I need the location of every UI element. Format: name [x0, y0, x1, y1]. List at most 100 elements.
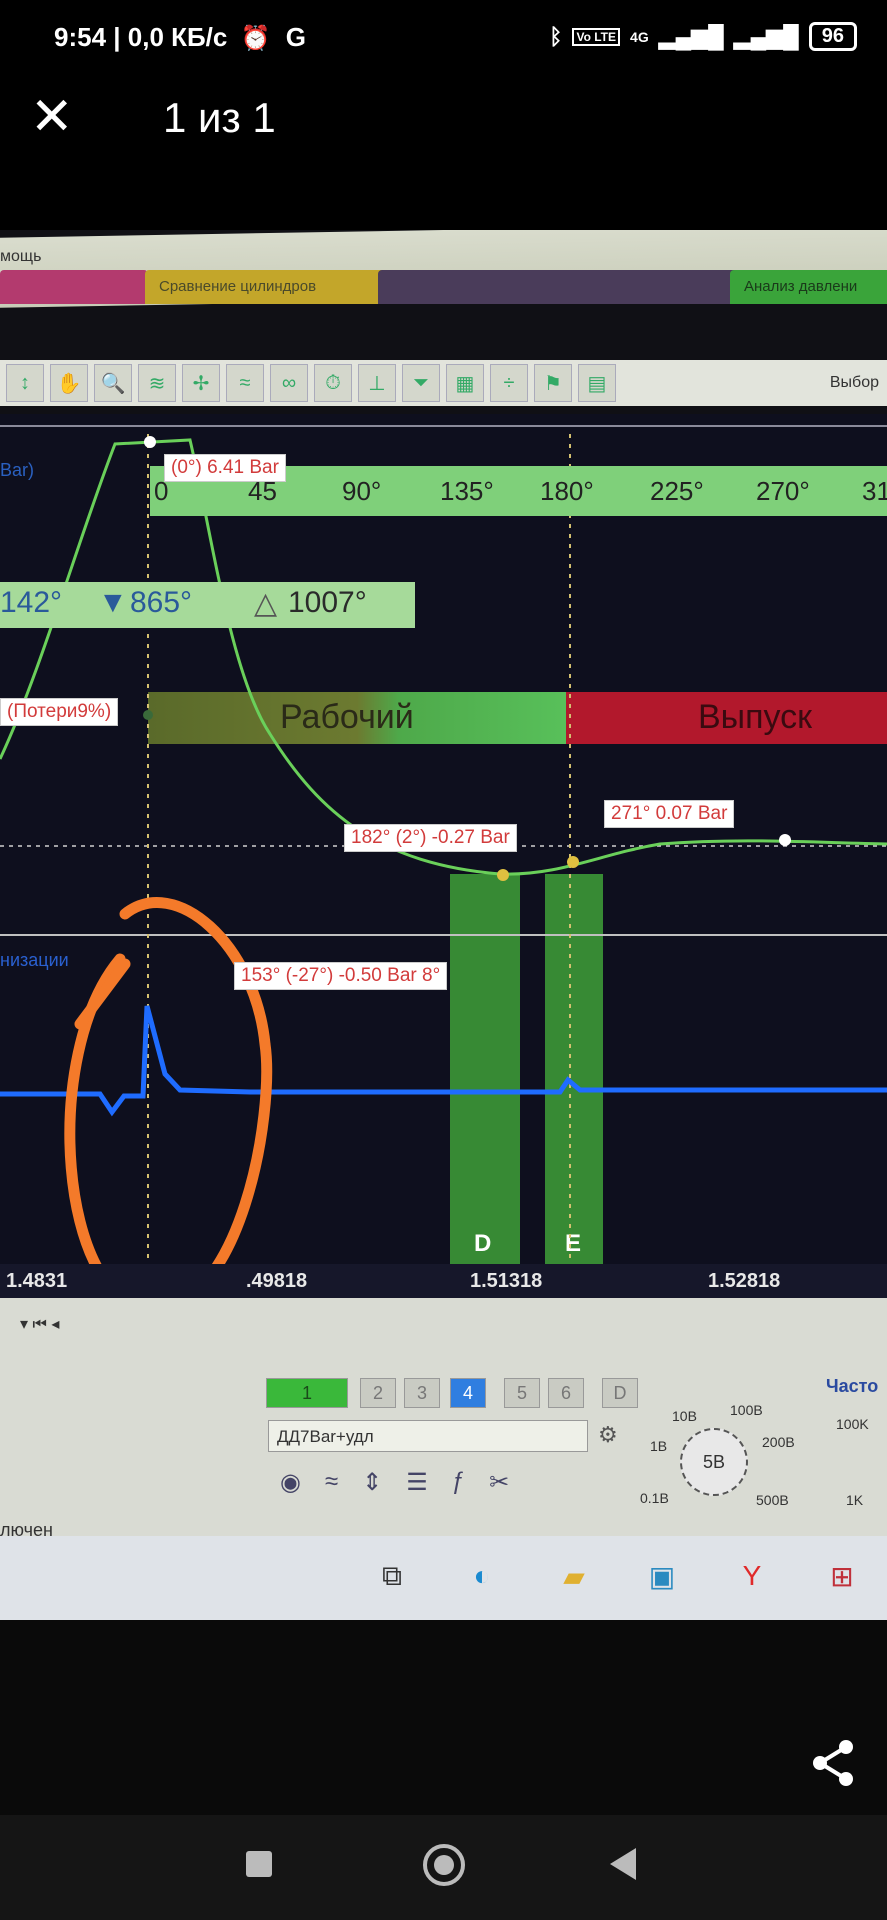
viewer-header [0, 80, 887, 240]
filter-icon[interactable]: ⏷ [402, 364, 440, 402]
tab-3[interactable] [378, 270, 746, 304]
task-view-icon[interactable]: ⧉ [370, 1560, 414, 1600]
annotation-ellipse [64, 897, 273, 1264]
google-icon: G [285, 22, 306, 52]
deg-tick: 90° [342, 475, 382, 506]
point-153 [497, 869, 509, 881]
channel-3-button[interactable]: 3 [404, 1378, 440, 1408]
probe-settings-icon[interactable]: ⚙ [598, 1422, 618, 1448]
delta-icon: △ [254, 587, 278, 620]
overlay-icon[interactable]: ∞ [270, 364, 308, 402]
marker-271-label: 271° 0.07 Bar [604, 800, 735, 828]
edge-icon[interactable]: ◐ [460, 1560, 504, 1600]
network-type: 4G [630, 28, 649, 45]
time-tick: 1.52818 [708, 1270, 781, 1292]
flag-icon[interactable]: ⚑ [534, 364, 572, 402]
scale-label: 1В [650, 1438, 668, 1454]
scale-label: 200В [762, 1434, 795, 1450]
layers-icon[interactable]: ≋ [138, 364, 176, 402]
status-icons: ᛒ Vo LTE 4G ▂▄▆█ ▂▄▆█ 96 [549, 22, 857, 51]
deg-tick: 225° [650, 475, 704, 506]
channel-4-button[interactable]: 4 [450, 1378, 486, 1408]
time-axis: 1.4831 .49818 1.51318 1.52818 [0, 1264, 887, 1298]
oscilloscope-view[interactable]: Рабочий Выпуск D E 0 45 90° 135° 180° 22… [0, 414, 887, 1264]
back-button[interactable] [610, 1848, 636, 1880]
yandex-icon[interactable]: Y [730, 1560, 774, 1600]
zoom-icon[interactable]: 🔍 [94, 364, 132, 402]
share-icon[interactable] [806, 1735, 862, 1791]
select-label[interactable]: Выбор [830, 374, 879, 392]
channel-1-button[interactable]: 1 [266, 1378, 348, 1408]
toolbar: ↕ ✋ 🔍 ≋ ✢ ≈ ∞ ⏱ ⊥ ⏷ ▦ ÷ ⚑ ▤ Выбор [0, 360, 887, 406]
home-button[interactable] [423, 1844, 465, 1886]
crosshair-icon[interactable]: ✢ [182, 364, 220, 402]
channel-tools: ◉ ≈ ⇕ ☰ ƒ ✂ [280, 1468, 509, 1497]
folder-icon[interactable]: ▰ [552, 1560, 596, 1600]
peak-point [144, 436, 156, 448]
point-271 [779, 834, 791, 846]
volte-icon: Vo LTE [572, 27, 621, 46]
channel-5-button[interactable]: 5 [504, 1378, 540, 1408]
angle-cursor-icon: ▼ [98, 586, 128, 619]
invert-icon[interactable]: ≈ [325, 1468, 338, 1497]
marker-182-label: 182° (2°) -0.27 Bar [344, 824, 517, 852]
viewer-footer [0, 1620, 887, 1820]
status-time-text: 9:54 | 0,0 КБ/с [54, 22, 228, 52]
lower-channel-label: низации [0, 950, 69, 970]
eye-icon[interactable]: ◉ [280, 1468, 301, 1497]
channel-2-button[interactable]: 2 [360, 1378, 396, 1408]
scale-knob[interactable]: 5В [680, 1428, 748, 1496]
menu-fragment: мощь [0, 248, 42, 265]
work-point [143, 710, 153, 720]
time-tick: 1.51318 [470, 1270, 543, 1292]
angle-row: 142° ▼ 865° △ 1007° [0, 582, 415, 628]
close-button[interactable]: ✕ [30, 91, 80, 143]
freq-label: 100K [836, 1416, 869, 1432]
loss-label: (Потери9%) [0, 698, 119, 726]
page-counter: 1 из 1 [163, 94, 276, 141]
gift-icon[interactable]: ⊞ [820, 1560, 864, 1600]
timer-icon[interactable]: ⏱ [314, 364, 352, 402]
scale-knob-value: 5В [702, 1452, 726, 1472]
scale-label: 0.1В [640, 1490, 669, 1506]
freq-title: Часто [826, 1376, 879, 1396]
table-icon[interactable]: ▦ [446, 364, 484, 402]
scale-label: 100В [730, 1402, 763, 1418]
time-tick: 1.4831 [6, 1270, 68, 1292]
lines-icon[interactable]: ☰ [406, 1468, 428, 1497]
photo: мощь Сравнение цилиндров Анализ давлени … [0, 230, 887, 1620]
hand-icon[interactable]: ✋ [50, 364, 88, 402]
time-tick: .49818 [246, 1270, 308, 1292]
scroll-controls[interactable]: ▾ ⏮ ◂ [20, 1314, 59, 1334]
scope-left-label: Bar) [0, 460, 35, 480]
alarm-icon: ⏰ [240, 25, 271, 52]
recents-button[interactable] [246, 1851, 272, 1877]
secondary-trace [0, 1005, 887, 1117]
tab-cylinder-compare[interactable]: Сравнение цилиндров [145, 270, 393, 304]
peak-label: (0°) 6.41 Bar [164, 454, 286, 482]
signal-icon: ▂▄▆█ [658, 23, 724, 49]
tab-1[interactable] [0, 270, 148, 304]
document-icon[interactable]: ▤ [578, 364, 616, 402]
channel-6-button[interactable]: 6 [548, 1378, 584, 1408]
marker-153-label: 153° (-27°) -0.50 Bar 8° [234, 962, 448, 990]
signal-2-icon: ▂▄▆█ [733, 23, 799, 49]
channel-d-button[interactable]: D [602, 1378, 638, 1408]
function-icon[interactable]: ƒ [452, 1468, 465, 1497]
angle-left: 142° [0, 586, 63, 619]
scissors-icon[interactable]: ✂ [489, 1468, 509, 1497]
wave-icon[interactable]: ≈ [226, 364, 264, 402]
deg-tick: 180° [540, 475, 594, 506]
bluetooth-icon: ᛒ [549, 23, 563, 49]
tab-pressure-analysis[interactable]: Анализ давлени [730, 270, 887, 304]
probe-select[interactable]: ДД7Bar+удл [268, 1420, 588, 1452]
arrows-icon[interactable]: ↕ [6, 364, 44, 402]
deg-tick: 31 [862, 475, 887, 506]
store-icon[interactable]: ▣ [640, 1560, 684, 1600]
status-time: 9:54 | 0,0 КБ/с ⏰ G [54, 22, 306, 53]
deg-tick: 135° [440, 475, 494, 506]
offset-icon[interactable]: ⇕ [362, 1468, 382, 1497]
freq-label: 1K [846, 1492, 864, 1508]
divide-icon[interactable]: ÷ [490, 364, 528, 402]
marker-icon[interactable]: ⊥ [358, 364, 396, 402]
